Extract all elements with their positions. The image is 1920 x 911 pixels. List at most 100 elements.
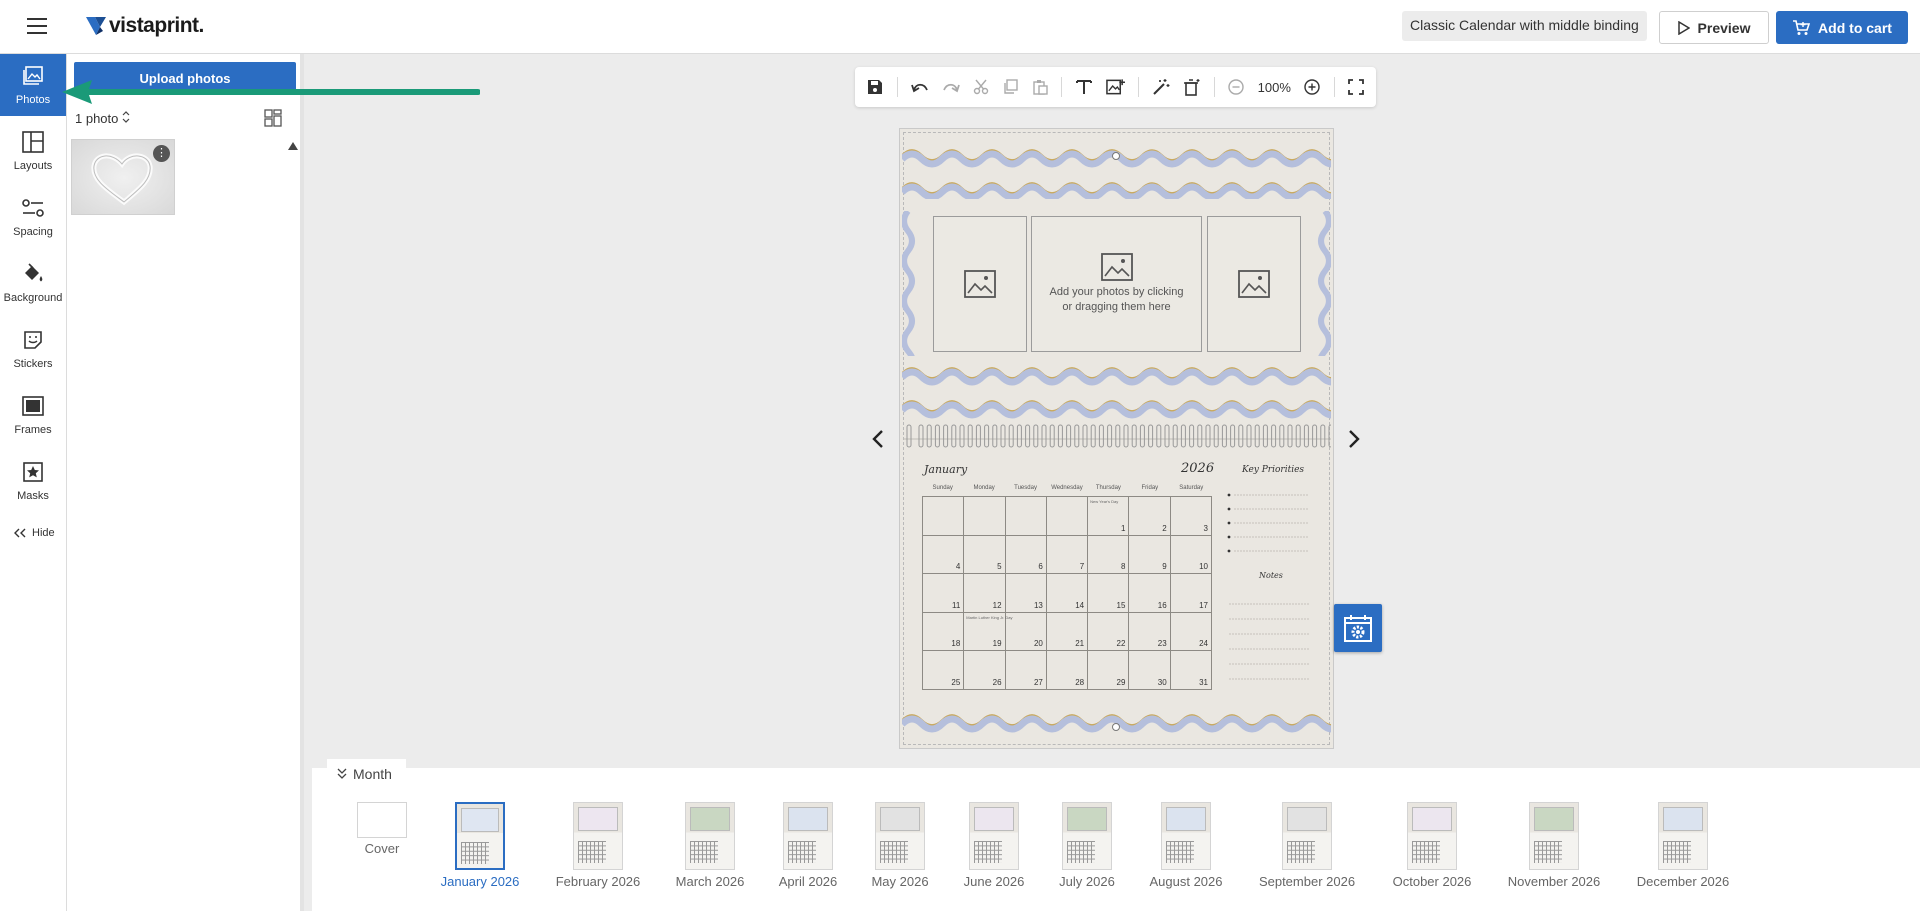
calendar-day-cell[interactable]: 28 (1046, 651, 1089, 690)
zoom-out-icon[interactable] (1228, 78, 1245, 97)
rail-item-photos[interactable]: Photos (0, 54, 66, 116)
calendar-day-cell[interactable]: 13 (1005, 574, 1047, 613)
menu-icon[interactable] (27, 18, 47, 34)
rail-item-background[interactable]: Background (0, 252, 66, 314)
calendar-page-canvas[interactable]: Add your photos by clicking or dragging … (899, 128, 1334, 749)
month-thumbnail[interactable] (1658, 802, 1708, 870)
cut-icon[interactable] (973, 78, 990, 97)
month-thumbnail[interactable] (573, 802, 623, 870)
calendar-day-cell[interactable]: 27 (1005, 651, 1047, 690)
calendar-day-cell[interactable]: 31 (1170, 651, 1212, 690)
month-label[interactable]: January 2026 (420, 874, 540, 889)
calendar-day-cell[interactable]: 25 (923, 651, 965, 690)
calendar-day-cell[interactable]: 23 (1129, 612, 1171, 652)
save-icon[interactable] (867, 78, 884, 97)
month-thumbnail[interactable] (1062, 802, 1112, 870)
frame-icon (22, 396, 44, 416)
calendar-day-cell[interactable]: 17 (1170, 574, 1212, 613)
magic-wand-icon[interactable] (1152, 78, 1170, 97)
month-label[interactable]: November 2026 (1494, 874, 1614, 889)
calendar-day-cell[interactable]: 5 (964, 535, 1006, 575)
calendar-day-cell[interactable]: 16 (1129, 574, 1171, 613)
hide-panel-button[interactable]: Hide (14, 527, 55, 539)
rail-item-masks[interactable]: Masks (0, 450, 66, 512)
clear-page-icon[interactable] (1183, 78, 1201, 97)
month-label[interactable]: August 2026 (1126, 874, 1246, 889)
month-thumbnail[interactable] (685, 802, 735, 870)
month-thumbnail[interactable] (1407, 802, 1457, 870)
calendar-day-cell[interactable]: 18 (923, 612, 965, 652)
calendar-day-cell[interactable]: 26 (964, 651, 1006, 690)
calendar-day-cell[interactable]: 29 (1088, 651, 1130, 690)
photo-count-sort[interactable]: 1 photo (75, 111, 130, 126)
undo-icon[interactable] (910, 78, 929, 97)
calendar-day-cell[interactable]: 11 (923, 574, 965, 613)
photo-slot-center[interactable]: Add your photos by clicking or dragging … (1031, 216, 1202, 352)
calendar-day-cell[interactable]: 12 (964, 574, 1006, 613)
month-label[interactable]: September 2026 (1247, 874, 1367, 889)
calendar-day-cell[interactable]: 10 (1170, 535, 1212, 575)
calendar-day-cell[interactable]: 15 (1088, 574, 1130, 613)
calendar-day-cell[interactable]: 22 (1088, 612, 1130, 652)
cover-thumbnail[interactable] (357, 802, 407, 838)
scroll-up-arrow-icon[interactable] (288, 142, 298, 150)
cover-label[interactable]: Cover (322, 841, 442, 856)
month-collapse-tab[interactable]: Month (327, 759, 406, 789)
calendar-day-cell[interactable]: 14 (1046, 574, 1089, 613)
calendar-day-cell[interactable] (923, 497, 965, 536)
rail-item-layouts[interactable]: Layouts (0, 120, 66, 182)
calendar-day-cell[interactable]: 4 (923, 535, 965, 575)
calendar-day-cell[interactable]: 20 (1005, 612, 1047, 652)
add-image-icon[interactable] (1106, 78, 1126, 97)
calendar-day-cell[interactable]: 6 (1005, 535, 1047, 575)
month-thumbnail[interactable] (969, 802, 1019, 870)
rail-item-spacing[interactable]: Spacing (0, 186, 66, 248)
copy-icon[interactable] (1002, 78, 1019, 97)
calendar-day-cell[interactable]: 9 (1129, 535, 1171, 575)
month-label[interactable]: December 2026 (1623, 874, 1743, 889)
uploaded-photo-thumbnail[interactable]: ⋮ (71, 139, 175, 215)
next-page-arrow-icon[interactable] (1343, 429, 1363, 449)
calendar-day-cell[interactable] (1046, 497, 1089, 536)
month-thumbnail[interactable] (1161, 802, 1211, 870)
photo-slot-right[interactable] (1207, 216, 1301, 352)
calendar-day-cell[interactable]: 2 (1129, 497, 1171, 536)
calendar-day-cell[interactable]: 24 (1170, 612, 1212, 652)
photo-options-icon[interactable]: ⋮ (153, 145, 170, 162)
calendar-day-cell[interactable]: 19 Martin Luther King Jr. Day (964, 612, 1013, 652)
calendar-day-cell[interactable]: 21 (1046, 612, 1089, 652)
calendar-settings-button[interactable] (1334, 604, 1382, 652)
calendar-day-cell[interactable] (1005, 497, 1047, 536)
image-placeholder-icon (1238, 270, 1270, 298)
calendar-day-cell[interactable]: 30 (1129, 651, 1171, 690)
month-thumbnail[interactable] (783, 802, 833, 870)
calendar-day-cell[interactable]: 7 (1046, 535, 1089, 575)
calendar-day-cell[interactable]: 8 (1088, 535, 1130, 575)
month-label[interactable]: October 2026 (1372, 874, 1492, 889)
redo-icon[interactable] (942, 78, 960, 97)
month-label[interactable]: February 2026 (538, 874, 658, 889)
calendar-day-cell[interactable] (964, 497, 1006, 536)
month-thumbnail[interactable] (875, 802, 925, 870)
grid-view-icon[interactable] (264, 109, 282, 127)
rail-item-stickers[interactable]: Stickers (0, 318, 66, 380)
previous-page-arrow-icon[interactable] (869, 429, 889, 449)
thumbnail-grid (690, 841, 718, 863)
text-icon[interactable] (1075, 78, 1093, 97)
calendar-day-cell[interactable]: 1 New Year's Day (1088, 497, 1130, 536)
zoom-in-icon[interactable] (1304, 78, 1321, 97)
month-thumbnail[interactable] (1282, 802, 1332, 870)
hanging-hole-top (1112, 152, 1120, 160)
vistaprint-logo[interactable]: vistaprint. (86, 14, 204, 38)
paste-icon[interactable] (1032, 78, 1049, 97)
binding-ring (906, 424, 912, 448)
calendar-day-cell[interactable]: 3 (1170, 497, 1212, 536)
fullscreen-icon[interactable] (1347, 78, 1364, 97)
add-to-cart-button[interactable]: Add to cart (1776, 11, 1908, 44)
photo-slot-left[interactable] (933, 216, 1027, 352)
month-thumbnail[interactable] (455, 802, 505, 870)
layout-icon (22, 131, 44, 153)
preview-button[interactable]: Preview (1659, 11, 1769, 44)
rail-item-frames[interactable]: Frames (0, 384, 66, 446)
month-thumbnail[interactable] (1529, 802, 1579, 870)
